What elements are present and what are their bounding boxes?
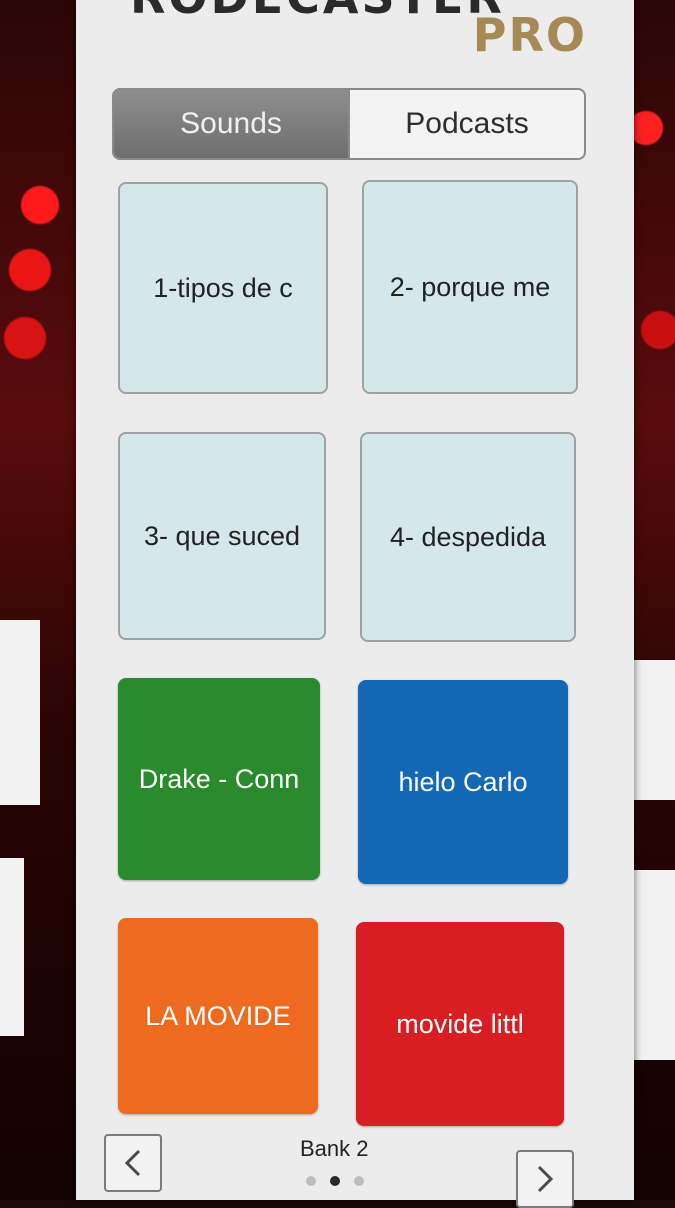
- sound-pad-7[interactable]: LA MOVIDE: [118, 918, 318, 1114]
- brand-logo-top: RODECASTER: [130, 0, 505, 24]
- background-letter-shape: [0, 620, 40, 805]
- bank-label: Bank 2: [300, 1136, 369, 1161]
- background-letter-shape: [0, 858, 24, 1036]
- sound-pad-8[interactable]: movide littl: [356, 922, 564, 1126]
- background-letter-shape: [630, 660, 675, 800]
- sound-pad-6[interactable]: hielo Carlo: [358, 680, 568, 884]
- tab-podcasts[interactable]: Podcasts: [348, 90, 584, 158]
- sound-pad-2[interactable]: 2- porque me: [362, 180, 578, 394]
- sound-pad-4[interactable]: 4- despedida: [360, 432, 576, 642]
- page-indicator-dot: [306, 1176, 316, 1186]
- sound-pad-3[interactable]: 3- que suced: [118, 432, 326, 640]
- page-indicator-dot-active: [330, 1176, 340, 1186]
- page-indicator-dot: [354, 1176, 364, 1186]
- background-letter-shape: [628, 870, 675, 1060]
- sound-pad-5[interactable]: Drake - Conn: [118, 678, 320, 880]
- chevron-right-icon: [537, 1165, 554, 1193]
- next-bank-button[interactable]: [516, 1150, 574, 1208]
- tab-sounds[interactable]: Sounds: [114, 90, 348, 158]
- previous-bank-button[interactable]: [104, 1134, 162, 1192]
- mode-segmented-control: Sounds Podcasts: [112, 88, 586, 160]
- chevron-left-icon: [124, 1149, 141, 1177]
- sound-pad-1[interactable]: 1-tipos de c: [118, 182, 328, 394]
- brand-pro-label: PRO: [472, 8, 587, 62]
